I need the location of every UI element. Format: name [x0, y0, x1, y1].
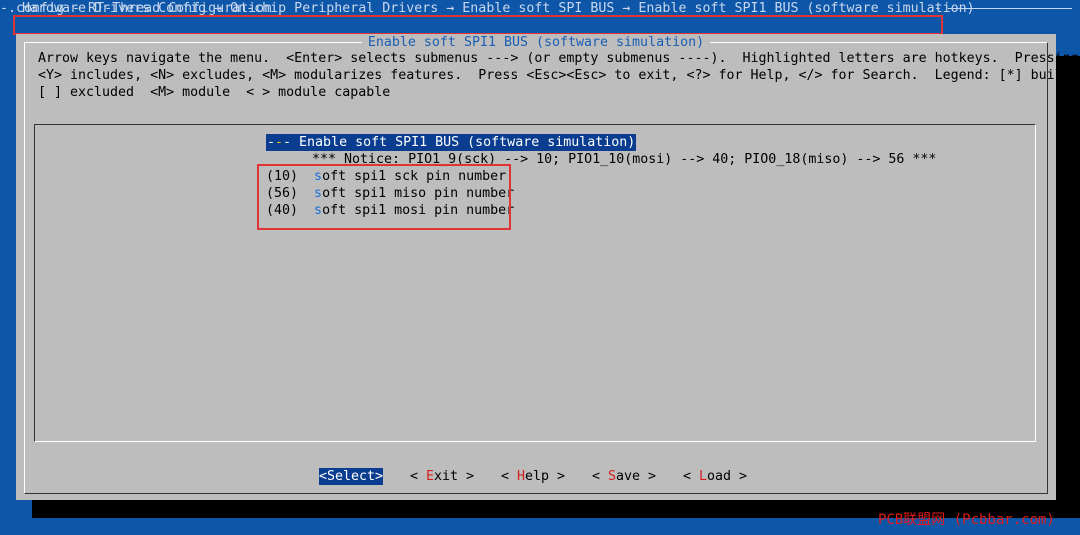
- menu-item-enable-soft-spi1[interactable]: --- Enable soft SPI1 BUS (software simul…: [266, 134, 637, 151]
- button-label: elp >: [525, 469, 566, 484]
- breadcrumb-dash-left: -: [0, 1, 9, 16]
- menu-item-prefix: -: [267, 135, 276, 150]
- button-bracket: <: [683, 469, 700, 484]
- watermark: PCB联盟网 (Pcbbar.com): [878, 512, 1055, 528]
- breadcrumb-rule: [948, 8, 1072, 9]
- button-hotkey: H: [517, 469, 526, 484]
- button-bar: <Select> < Exit > < Help > < Save > < Lo…: [16, 468, 1056, 485]
- breadcrumb-annotation-box: [13, 15, 943, 35]
- help-text: Arrow keys navigate the menu. <Enter> se…: [38, 51, 1080, 100]
- config-dialog: Enable soft SPI1 BUS (software simulatio…: [16, 34, 1080, 500]
- button-bracket: <: [410, 469, 427, 484]
- menu-list-box: [34, 124, 1036, 442]
- menu-item-hotkey: -: [275, 135, 284, 150]
- button-hotkey: L: [699, 469, 708, 484]
- button-label: xit >: [434, 469, 475, 484]
- pin-items-annotation-box: [257, 164, 511, 230]
- load-button[interactable]: < Load >: [683, 468, 747, 485]
- button-bracket: <: [592, 469, 609, 484]
- button-label: ave >: [616, 469, 657, 484]
- button-bracket: <: [501, 469, 518, 484]
- dialog-title: Enable soft SPI1 BUS (software simulatio…: [361, 34, 711, 51]
- save-button[interactable]: < Save >: [592, 468, 656, 485]
- select-button[interactable]: <Select>: [319, 468, 384, 485]
- button-label: oad >: [707, 469, 748, 484]
- menu-item-label: - Enable soft SPI1 BUS (software simulat…: [283, 135, 636, 150]
- help-button[interactable]: < Help >: [501, 468, 565, 485]
- exit-button[interactable]: < Exit >: [410, 468, 474, 485]
- button-hotkey: S: [608, 469, 617, 484]
- button-hotkey: E: [426, 469, 435, 484]
- dialog-title-bar: Enable soft SPI1 BUS (software simulatio…: [16, 34, 1056, 51]
